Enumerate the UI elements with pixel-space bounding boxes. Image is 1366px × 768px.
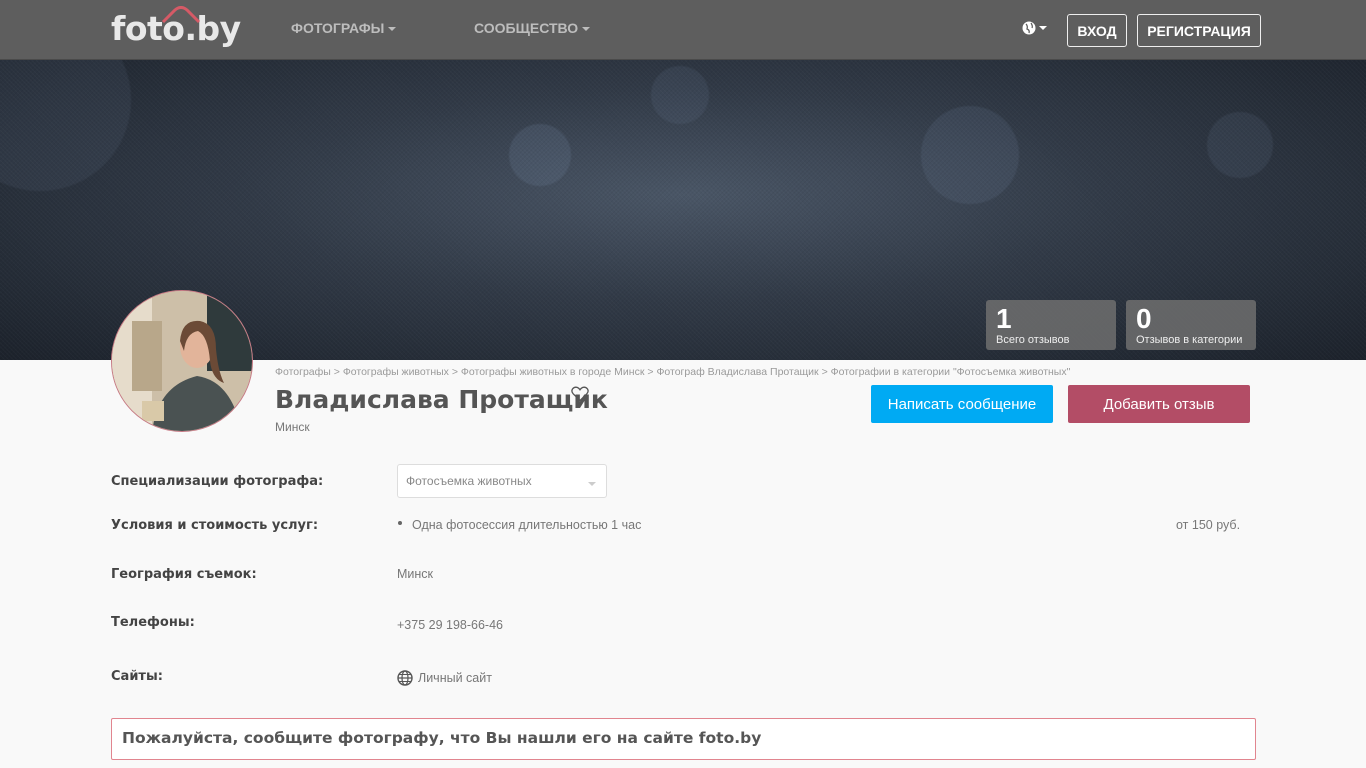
nav-community-label: СООБЩЕСТВО bbox=[474, 20, 579, 36]
list-bullet bbox=[398, 521, 402, 525]
phone-number[interactable]: +375 29 198-66-46 bbox=[397, 618, 503, 632]
breadcrumb-separator: > bbox=[821, 366, 831, 378]
specialization-select[interactable]: Фотосъемка животных bbox=[397, 464, 607, 498]
chevron-down-icon bbox=[1039, 26, 1047, 30]
login-button[interactable]: ВХОД bbox=[1067, 14, 1127, 47]
profile-city: Минск bbox=[275, 420, 310, 434]
avatar-photo bbox=[112, 291, 252, 431]
chevron-down-icon bbox=[582, 27, 591, 31]
globe-icon bbox=[397, 670, 413, 686]
terms-price: от 150 руб. bbox=[1176, 518, 1241, 532]
terms-label: Условия и стоимость услуг: bbox=[111, 518, 319, 533]
breadcrumb-item[interactable]: Фотографы bbox=[275, 366, 331, 378]
top-navbar: foto.by ФОТОГРАФЫ СООБЩЕСТВО ВХОД РЕГИСТ… bbox=[0, 0, 1366, 60]
favorite-button[interactable] bbox=[571, 386, 589, 406]
language-selector[interactable] bbox=[1022, 21, 1047, 35]
heart-icon bbox=[571, 386, 589, 402]
logo-roof-icon bbox=[161, 6, 201, 24]
stat-total-reviews-value: 1 bbox=[996, 303, 1012, 334]
globe-icon bbox=[1022, 21, 1036, 35]
breadcrumb-item[interactable]: Фотографии в категории "Фотосъемка живот… bbox=[831, 366, 1071, 378]
geography-value: Минск bbox=[397, 567, 434, 581]
stat-category-reviews: 0 Отзывов в категории bbox=[1126, 300, 1256, 350]
stat-category-reviews-value: 0 bbox=[1136, 303, 1152, 334]
add-review-button[interactable]: Добавить отзыв bbox=[1068, 385, 1250, 423]
geography-label: География съемок: bbox=[111, 567, 257, 582]
stat-category-reviews-label: Отзывов в категории bbox=[1136, 334, 1243, 346]
breadcrumb-item[interactable]: Фотографы животных bbox=[343, 366, 449, 378]
phones-label: Телефоны: bbox=[111, 615, 195, 630]
site-logo[interactable]: foto.by bbox=[111, 4, 241, 48]
chevron-down-icon bbox=[388, 27, 397, 31]
stat-total-reviews-label: Всего отзывов bbox=[996, 334, 1070, 346]
nav-community-menu[interactable]: СООБЩЕСТВО bbox=[474, 20, 591, 36]
register-button[interactable]: РЕГИСТРАЦИЯ bbox=[1137, 14, 1261, 47]
avatar[interactable] bbox=[111, 290, 253, 432]
specialization-label: Специализации фотографа: bbox=[111, 474, 324, 489]
nav-photographers-menu[interactable]: ФОТОГРАФЫ bbox=[291, 20, 397, 36]
notice-banner: Пожалуйста, сообщите фотографу, что Вы н… bbox=[111, 718, 1256, 760]
stat-total-reviews: 1 Всего отзывов bbox=[986, 300, 1116, 350]
personal-site-label: Личный сайт bbox=[418, 671, 492, 685]
nav-photographers-label: ФОТОГРАФЫ bbox=[291, 20, 385, 36]
breadcrumb-item[interactable]: Фотографы животных в городе Минск bbox=[461, 366, 645, 378]
breadcrumb-separator: > bbox=[333, 366, 343, 378]
profile-name: Владислава Протащик bbox=[275, 385, 608, 414]
personal-site-link[interactable]: Личный сайт bbox=[397, 670, 492, 686]
send-message-button[interactable]: Написать сообщение bbox=[871, 385, 1053, 423]
breadcrumb: Фотографы > Фотографы животных > Фотогра… bbox=[275, 366, 1070, 378]
notice-text: Пожалуйста, сообщите фотографу, что Вы н… bbox=[122, 729, 762, 747]
breadcrumb-separator: > bbox=[451, 366, 461, 378]
breadcrumb-item[interactable]: Фотограф Владислава Протащик bbox=[656, 366, 818, 378]
sites-label: Сайты: bbox=[111, 669, 163, 684]
chevron-down-icon bbox=[588, 482, 596, 486]
terms-item: Одна фотосессия длительностью 1 час bbox=[412, 518, 642, 532]
specialization-selected-value: Фотосъемка животных bbox=[406, 474, 532, 488]
